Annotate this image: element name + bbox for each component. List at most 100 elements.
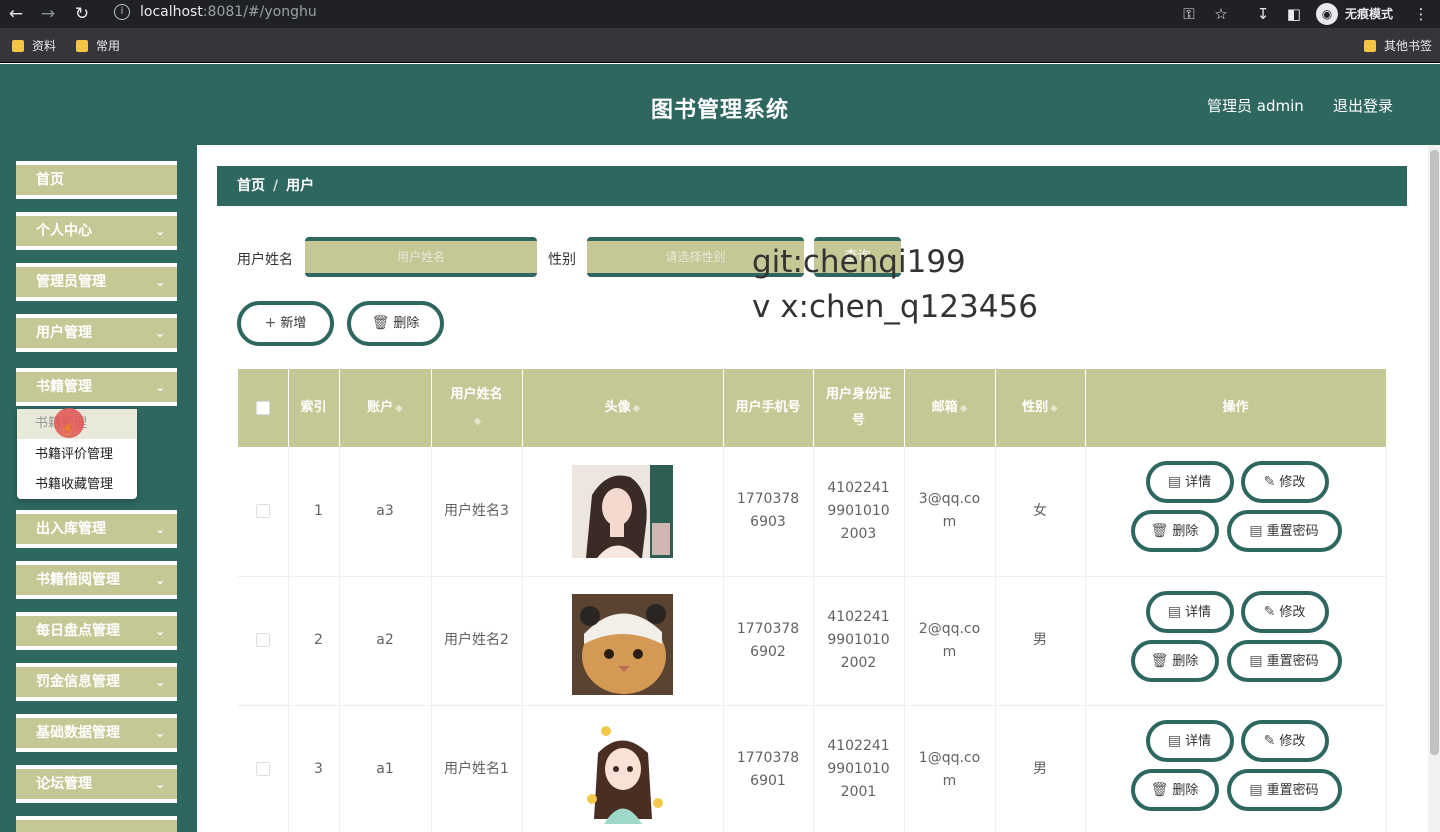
delete-label: 删除 (1172, 782, 1199, 798)
sort-icon[interactable]: ◆ (1050, 403, 1058, 414)
edit-label: 修改 (1279, 733, 1306, 749)
cell-email: 1@qq.com (904, 705, 996, 832)
column-header-gender[interactable]: 性别 ◆ (995, 369, 1086, 447)
forward-arrow-icon[interactable]: → (36, 2, 60, 26)
add-button[interactable]: + 新增 (237, 301, 334, 346)
bookmark-folder-2[interactable]: 常用 (76, 37, 120, 54)
trash-icon: 🗑 (1150, 781, 1169, 798)
cell-account: a1 (339, 705, 432, 832)
sidebar-item-partial[interactable] (16, 816, 177, 832)
sort-icon[interactable]: ◆ (474, 416, 482, 427)
row-select-cell (238, 705, 289, 832)
detail-label: 详情 (1185, 475, 1212, 491)
sidebar-item-home[interactable]: 首页 (16, 161, 177, 199)
reset-password-label: 重置密码 (1266, 524, 1319, 540)
other-bookmarks[interactable]: 其他书签 (1364, 37, 1432, 54)
submenu-item-book-favorite[interactable]: 书籍收藏管理 (17, 470, 137, 500)
delete-button[interactable]: 🗑 删除 (1130, 768, 1219, 811)
document-icon: ▤ (1249, 523, 1263, 540)
star-icon[interactable]: ☆ (1210, 3, 1232, 25)
delete-button[interactable]: 🗑 删除 (1130, 510, 1219, 553)
select-all-checkbox[interactable] (255, 400, 270, 415)
row-checkbox[interactable] (255, 503, 270, 518)
sidebar-item-daily-inventory[interactable]: 每日盘点管理 ⌄ (16, 612, 177, 650)
sort-icon[interactable]: ◆ (960, 403, 968, 414)
sidebar-item-admin-management[interactable]: 管理员管理 ⌄ (16, 263, 177, 301)
sidebar-item-label: 每日盘点管理 (36, 623, 120, 639)
column-header-email[interactable]: 邮箱 ◆ (904, 369, 996, 447)
url-text[interactable]: localhost:8081/#/yonghu (140, 4, 317, 20)
edit-icon: ✎ (1263, 474, 1276, 491)
column-header-avatar[interactable]: 头像 ◆ (522, 369, 724, 447)
download-icon[interactable]: ↧ (1252, 3, 1274, 25)
bookmarks-bar: 资料 常用 其他书签 (0, 28, 1440, 63)
avatar (572, 464, 673, 558)
header-label: 性别 (1022, 399, 1049, 415)
edit-button[interactable]: ✎ 修改 (1240, 461, 1329, 504)
add-button-label: 新增 (280, 316, 307, 331)
edit-button[interactable]: ✎ 修改 (1240, 719, 1329, 762)
email-text: 2@qq.com (918, 620, 981, 660)
sidebar-item-forum[interactable]: 论坛管理 ⌄ (16, 765, 177, 803)
address-bar[interactable]: i localhost:8081/#/yonghu (104, 0, 1170, 26)
cell-actions: ▤ 详情 ✎ 修改 🗑 删除 ▤ 重置密码 (1085, 705, 1387, 832)
watermark-line-2: v x:chen_q123456 (752, 289, 1038, 325)
sidebar-item-base-data[interactable]: 基础数据管理 ⌄ (16, 714, 177, 752)
sidebar-item-stock-in-out[interactable]: 出入库管理 ⌄ (16, 510, 177, 548)
folder-icon (12, 40, 24, 52)
cell-email: 2@qq.com (904, 576, 996, 706)
table-row: 3 a1 用户姓名1 17703786901 41022419901010200… (238, 705, 1387, 832)
column-header-phone[interactable]: 用户手机号 (723, 369, 814, 447)
folder-icon (76, 40, 88, 52)
sidebar-item-fines[interactable]: 罚金信息管理 ⌄ (16, 663, 177, 701)
document-icon: ▤ (1249, 781, 1263, 798)
column-header-id-card[interactable]: 用户身份证号 (813, 369, 905, 447)
cell-account: a3 (339, 447, 432, 577)
sidebar-item-user-management[interactable]: 用户管理 ⌄ (16, 314, 177, 352)
column-header-account[interactable]: 账户 ◆ (339, 369, 432, 447)
breadcrumb-home[interactable]: 首页 (237, 178, 265, 194)
detail-button[interactable]: ▤ 详情 (1145, 590, 1234, 633)
logout-link[interactable]: 退出登录 (1333, 95, 1393, 116)
more-menu-icon[interactable]: ⋮ (1410, 3, 1432, 25)
search-name-input[interactable]: 用户姓名 (305, 237, 537, 277)
detail-button[interactable]: ▤ 详情 (1145, 461, 1234, 504)
breadcrumb: 首页 / 用户 (217, 166, 1407, 206)
detail-button[interactable]: ▤ 详情 (1145, 719, 1234, 762)
key-icon[interactable]: ⚿ (1178, 3, 1200, 25)
sort-icon[interactable]: ◆ (395, 403, 403, 414)
reset-password-button[interactable]: ▤ 重置密码 (1226, 510, 1342, 553)
row-checkbox[interactable] (255, 762, 270, 776)
row-checkbox[interactable] (255, 633, 270, 647)
column-header-name[interactable]: 用户姓名 ◆ (431, 369, 523, 447)
edit-button[interactable]: ✎ 修改 (1240, 590, 1329, 633)
header-label: 邮箱 (931, 399, 958, 415)
delete-button[interactable]: 🗑 删除 (1130, 639, 1219, 682)
sidebar-item-label: 书籍借阅管理 (36, 572, 120, 588)
reload-icon[interactable]: ↻ (70, 2, 94, 26)
incognito-label: 无痕模式 (1345, 7, 1394, 21)
bookmark-folder-1[interactable]: 资料 (12, 37, 56, 54)
sidebar-item-book-management[interactable]: 书籍管理 ⌄ (16, 368, 177, 406)
submenu-item-book-review[interactable]: 书籍评价管理 (17, 440, 137, 470)
reset-password-button[interactable]: ▤ 重置密码 (1226, 639, 1342, 682)
sort-icon[interactable]: ◆ (633, 403, 641, 414)
chevron-down-icon: ⌄ (154, 522, 165, 536)
incognito-icon[interactable]: ◉ (1316, 3, 1338, 25)
sidebar-item-label: 基础数据管理 (36, 725, 120, 741)
cell-name: 用户姓名3 (431, 447, 523, 577)
sidebar-item-personal-center[interactable]: 个人中心 ⌄ (16, 212, 177, 250)
back-arrow-icon[interactable]: ← (4, 2, 28, 26)
chevron-down-icon: ⌄ (154, 726, 165, 740)
edit-label: 修改 (1279, 475, 1306, 491)
trash-icon: 🗑 (371, 315, 390, 331)
chevron-down-icon: ⌄ (154, 380, 165, 394)
site-info-icon[interactable]: i (114, 4, 130, 20)
trash-icon: 🗑 (1150, 652, 1169, 669)
scrollbar-thumb[interactable] (1430, 150, 1439, 755)
reset-password-button[interactable]: ▤ 重置密码 (1226, 768, 1342, 811)
side-panel-icon[interactable]: ◧ (1283, 3, 1305, 25)
sidebar-item-borrowing[interactable]: 书籍借阅管理 ⌄ (16, 561, 177, 599)
cell-gender: 女 (995, 447, 1086, 577)
batch-delete-button[interactable]: 🗑 删除 (347, 301, 444, 346)
